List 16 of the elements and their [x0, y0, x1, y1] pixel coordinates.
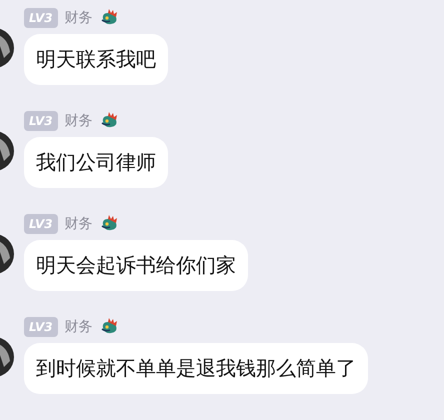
sender-name: 财务	[64, 112, 93, 130]
level-badge: LV3	[24, 214, 58, 234]
dragon-icon	[100, 9, 120, 27]
dragon-icon	[100, 215, 120, 233]
level-badge: LV3	[24, 111, 58, 131]
sender-name: 财务	[64, 318, 93, 336]
message-bubble: 明天会起诉书给你们家	[24, 240, 248, 291]
level-badge: LV3	[24, 317, 58, 337]
message-bubble: 明天联系我吧	[24, 34, 168, 85]
dragon-icon	[100, 318, 120, 336]
sender-name: 财务	[64, 215, 93, 233]
message-bubble: 到时候就不单单是退我钱那么简单了	[24, 343, 368, 394]
sender-name: 财务	[64, 9, 93, 27]
message-bubble: 我们公司律师	[24, 137, 168, 188]
dragon-icon	[100, 112, 120, 130]
level-badge: LV3	[24, 8, 58, 28]
